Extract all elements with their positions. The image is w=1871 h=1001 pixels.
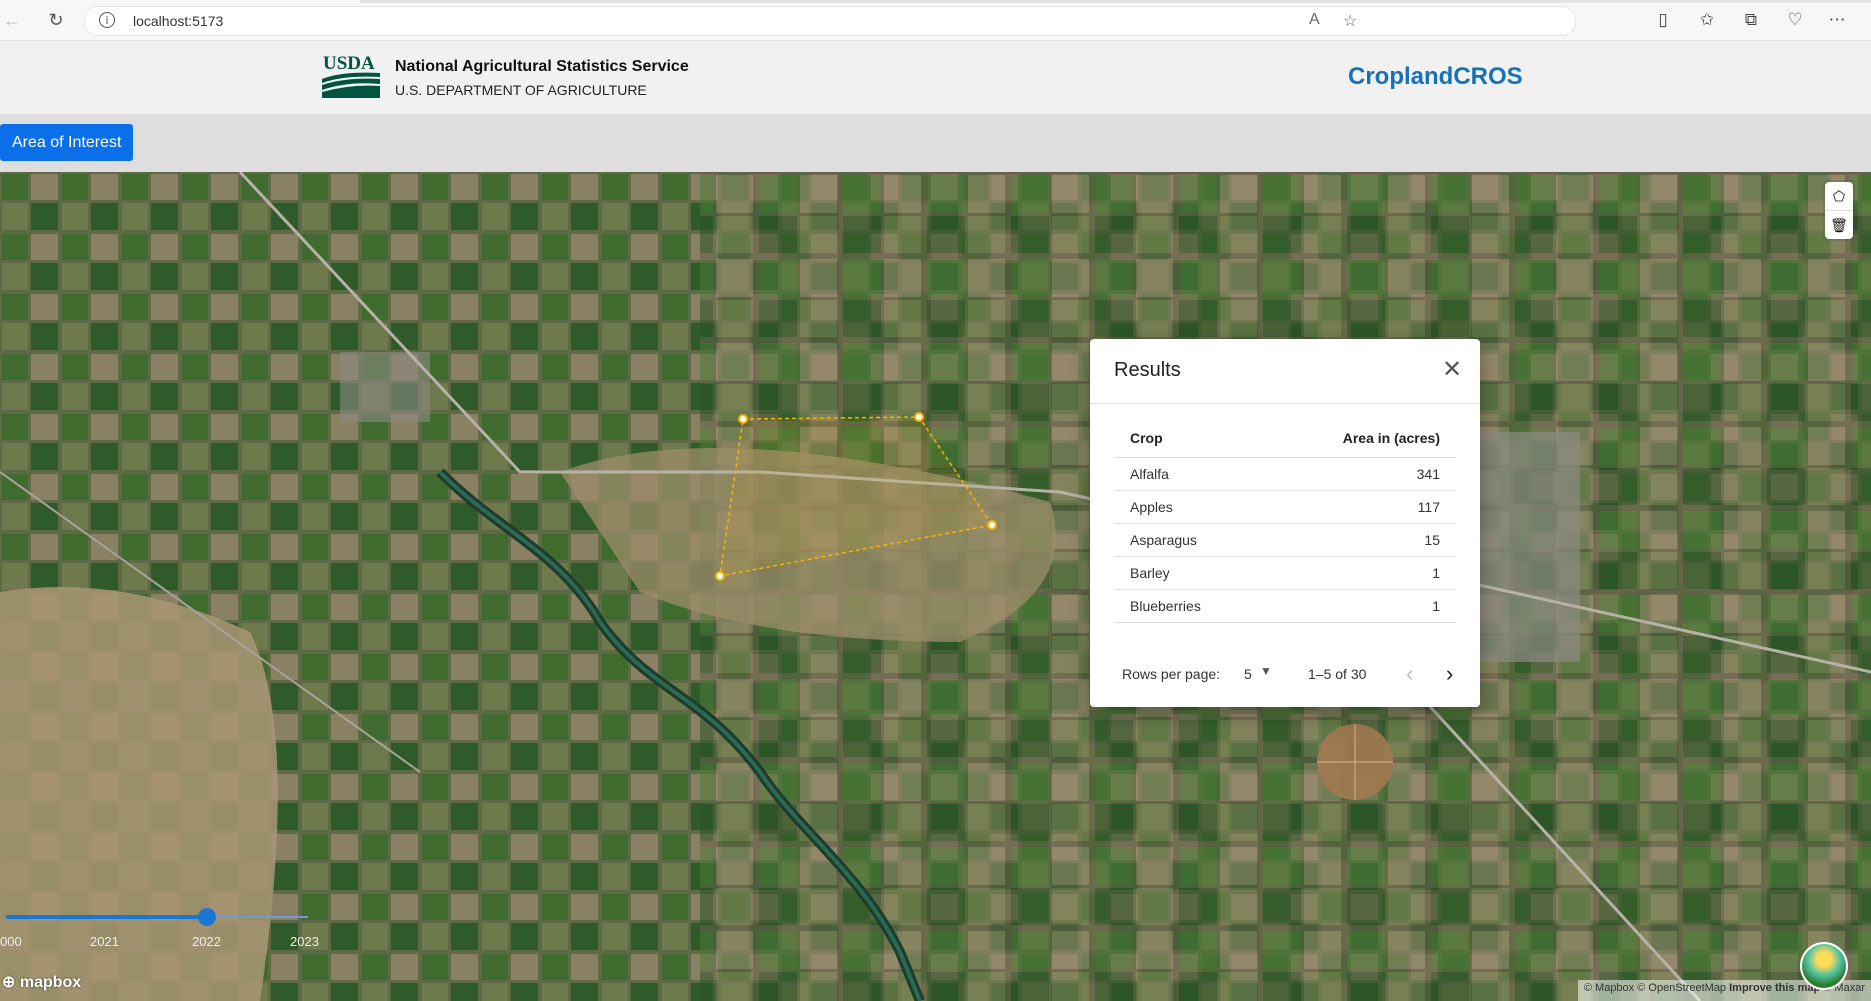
column-header-area[interactable]: Area in (acres): [1265, 419, 1456, 458]
app-title: CroplandCROS: [1348, 63, 1523, 90]
crop-cell: Apples: [1114, 490, 1266, 524]
draw-controls: ⬠ 🗑: [1825, 182, 1853, 239]
refresh-icon[interactable]: ↻: [44, 8, 68, 32]
crop-cell: Blueberries: [1114, 589, 1266, 623]
split-screen-icon[interactable]: ▯: [1652, 10, 1674, 30]
polygon-vertex[interactable]: [738, 414, 748, 424]
crop-cell: Alfalfa: [1114, 457, 1266, 491]
collections-icon[interactable]: ⧉: [1740, 10, 1762, 30]
attribution-osm[interactable]: © OpenStreetMap: [1637, 982, 1726, 994]
table-row: Alfalfa 341: [1114, 457, 1456, 491]
back-icon[interactable]: ←: [0, 8, 24, 32]
table-row: Asparagus 15: [1114, 523, 1456, 557]
column-header-crop[interactable]: Crop: [1114, 419, 1266, 458]
browser-essentials-icon[interactable]: ♡: [1784, 10, 1806, 30]
table-pagination: Rows per page: 5 ▼ 1–5 of 30 ‹ ›: [1090, 657, 1480, 693]
app-toolbar: Area of Interest: [0, 114, 1871, 172]
area-cell: 1: [1265, 589, 1456, 623]
polygon-vertex[interactable]: [987, 520, 997, 530]
year-label: 2021: [90, 934, 119, 949]
rows-per-page-select[interactable]: 5: [1244, 666, 1252, 682]
table-row: Blueberries 1: [1114, 589, 1456, 623]
site-info-icon[interactable]: i: [99, 12, 115, 28]
area-cell: 1: [1265, 556, 1456, 590]
browser-toolbar: ← ↻ i localhost:5173 A ☆ ▯ ✩ ⧉ ♡ ⋯: [0, 0, 1871, 41]
read-aloud-icon[interactable]: A: [1309, 11, 1320, 29]
improve-map-link[interactable]: Improve this map: [1729, 982, 1820, 994]
results-dialog: Results ✕ Crop Area in (acres) Alfalfa 3…: [1090, 339, 1480, 707]
crop-cell: Barley: [1114, 556, 1266, 590]
aoi-polygon[interactable]: [0, 172, 1871, 1001]
pagination-range: 1–5 of 30: [1308, 666, 1367, 682]
app-header: USDA National Agricultural Statistics Se…: [0, 41, 1871, 114]
dialog-divider: [1090, 403, 1480, 404]
year-label: 2023: [290, 934, 319, 949]
agency-name: National Agricultural Statistics Service: [395, 58, 689, 75]
address-url[interactable]: localhost:5173: [133, 13, 223, 29]
year-label: 000: [0, 934, 22, 949]
results-table: Crop Area in (acres) Alfalfa 341 Apples …: [1114, 419, 1456, 623]
area-of-interest-button[interactable]: Area of Interest: [0, 124, 134, 161]
area-cell: 341: [1265, 457, 1456, 491]
table-row: Barley 1: [1114, 556, 1456, 590]
assistant-avatar-icon[interactable]: [1800, 942, 1848, 990]
polygon-vertex[interactable]: [715, 571, 725, 581]
area-cell: 15: [1265, 523, 1456, 557]
tab-strip: [360, 0, 1871, 3]
results-title: Results: [1114, 359, 1181, 381]
department-name: U.S. DEPARTMENT OF AGRICULTURE: [395, 82, 647, 98]
table-header-row: Crop Area in (acres): [1114, 419, 1456, 458]
usda-logo: USDA: [322, 53, 380, 98]
dropdown-caret-icon[interactable]: ▼: [1260, 664, 1272, 678]
favorites-icon[interactable]: ✩: [1696, 10, 1718, 30]
svg-text:USDA: USDA: [323, 53, 375, 74]
year-label: 2022: [192, 934, 221, 949]
table-row: Apples 117: [1114, 490, 1456, 524]
crop-cell: Asparagus: [1114, 523, 1266, 557]
more-menu-icon[interactable]: ⋯: [1826, 10, 1848, 30]
rows-per-page-label: Rows per page:: [1122, 666, 1221, 682]
year-slider-fill: [6, 915, 206, 919]
year-slider-thumb[interactable]: [198, 908, 216, 926]
polygon-draw-icon[interactable]: ⬠: [1825, 182, 1853, 210]
polygon-vertex[interactable]: [914, 412, 924, 422]
mapbox-logo[interactable]: ⊕ mapbox: [2, 972, 81, 992]
trash-icon[interactable]: 🗑: [1825, 210, 1853, 239]
previous-page-icon: ‹: [1406, 661, 1414, 686]
favorite-star-icon[interactable]: ☆: [1343, 11, 1357, 31]
address-bar[interactable]: i localhost:5173 A ☆: [84, 6, 1576, 36]
attribution-mapbox[interactable]: © Mapbox: [1584, 982, 1634, 994]
close-icon[interactable]: ✕: [1442, 355, 1462, 383]
area-cell: 117: [1265, 490, 1456, 524]
next-page-icon[interactable]: ›: [1446, 661, 1453, 687]
satellite-map[interactable]: ⬠ 🗑 000 2021 2022 2023 ⊕ mapbox © Mapbox…: [0, 172, 1871, 1001]
